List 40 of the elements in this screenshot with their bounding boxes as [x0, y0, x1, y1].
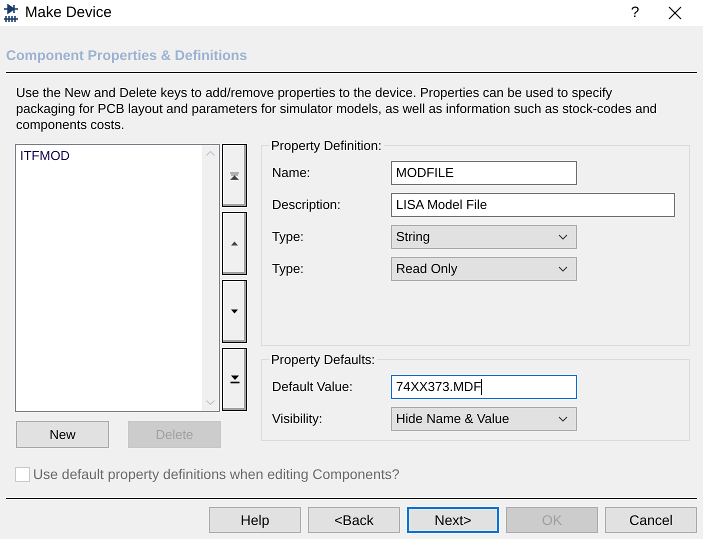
list-item[interactable]: ITFMOD	[19, 146, 71, 166]
dialog-button[interactable]: Help	[209, 507, 301, 533]
down-to-line-icon	[230, 375, 240, 384]
field-label: Name:	[272, 164, 312, 182]
window-title: Make Device	[25, 2, 112, 23]
chevron-down-icon	[558, 416, 568, 422]
chevron-up-icon	[206, 151, 215, 156]
move-down-button[interactable]	[222, 280, 247, 343]
down-arrow-icon	[230, 309, 239, 314]
description-text: Use the New and Delete keys to add/remove properties to the device. Properties can be used to specify packaging for PCB layout and parameters for simulator models, as well as information such as stock-codes and components costs.	[16, 85, 658, 133]
checkbox-label: Use default property definitions when editing Components?	[33, 465, 400, 484]
field-label: Description:	[272, 196, 342, 214]
chevron-down-icon	[558, 234, 568, 240]
up-arrow-icon	[230, 241, 239, 246]
dialog-button[interactable]: <Back	[308, 507, 400, 533]
chevron-down-icon	[206, 400, 215, 405]
section-heading: Component Properties & Definitions	[6, 46, 248, 65]
dropdown[interactable]: String	[391, 224, 577, 248]
chevron-down-icon	[558, 266, 568, 272]
dialog-button[interactable]: Cancel	[605, 507, 697, 533]
text-field[interactable]: LISA Model File	[391, 192, 675, 216]
move-top-button[interactable]	[222, 144, 247, 207]
move-up-button[interactable]	[222, 212, 247, 275]
dialog-button[interactable]: Next>	[407, 507, 499, 533]
dropdown[interactable]: Hide Name & Value	[391, 406, 577, 430]
close-icon[interactable]	[668, 6, 682, 20]
field-label: Type:	[272, 228, 305, 246]
group-title: Property Defaults:	[270, 351, 376, 369]
help-button[interactable]: ?	[612, 0, 658, 26]
move-bottom-button[interactable]	[222, 348, 247, 411]
new-button[interactable]: New	[16, 421, 109, 448]
text-field[interactable]: MODFILE	[391, 160, 577, 184]
field-label: Type:	[272, 260, 305, 278]
text-field[interactable]: 74XX373.MDF	[391, 374, 577, 398]
group-title: Property Definition:	[270, 137, 383, 155]
double-up-arrow-icon	[230, 172, 239, 180]
field-label: Visibility:	[272, 410, 324, 428]
dropdown[interactable]: Read Only	[391, 256, 577, 280]
field-label: Default Value:	[272, 378, 354, 396]
component-icon	[3, 4, 19, 22]
